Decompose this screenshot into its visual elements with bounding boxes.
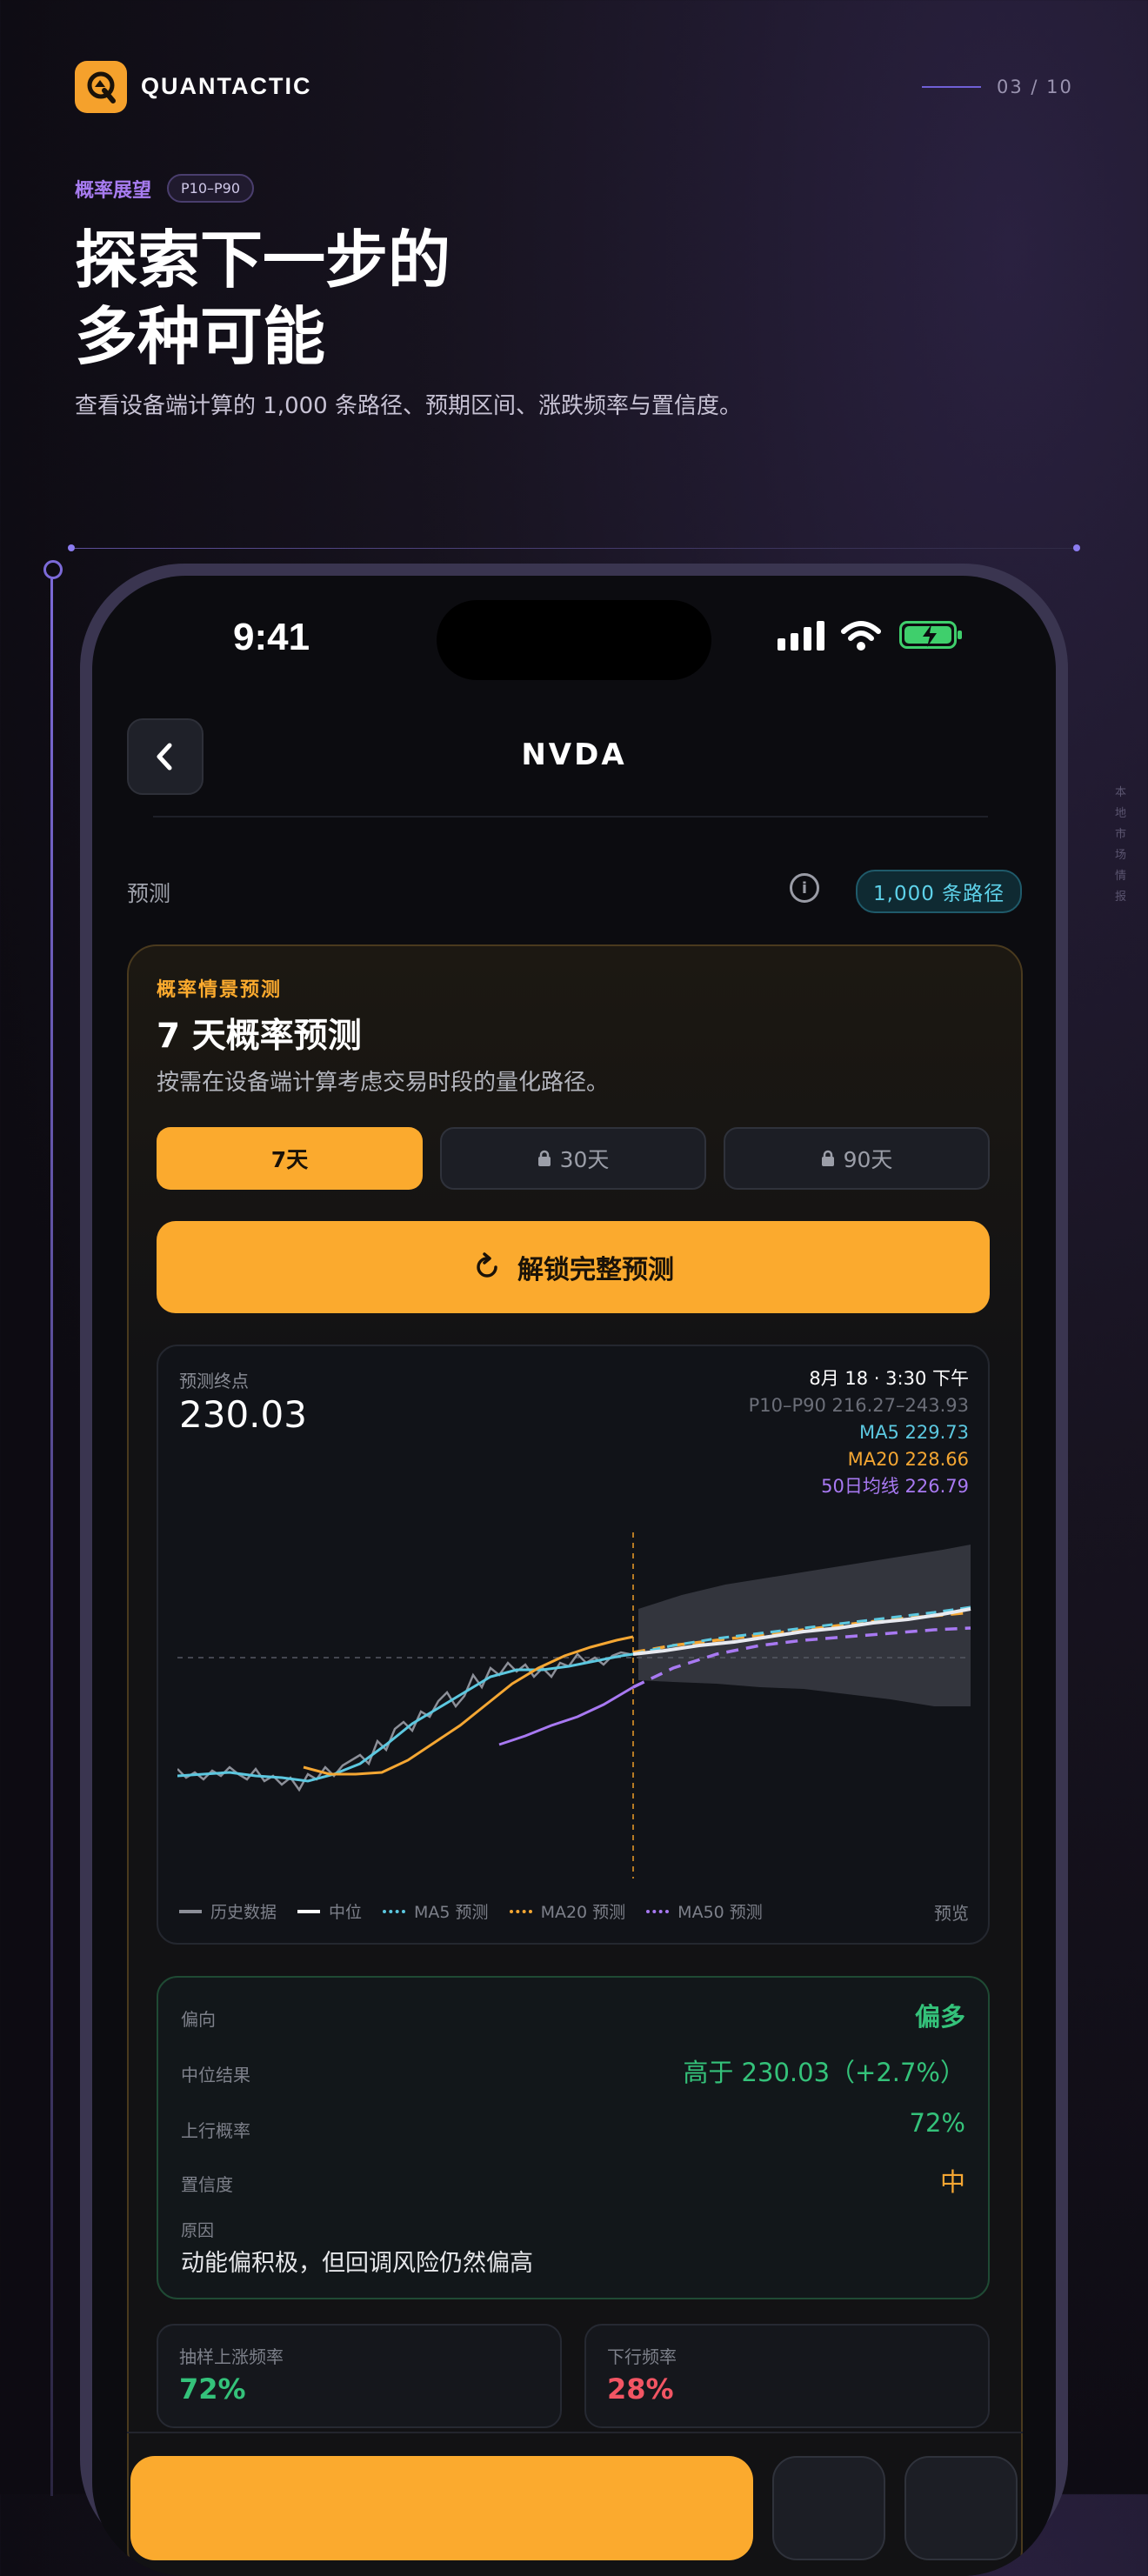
chart-range: P10–P90 216.27–243.93 (748, 1395, 969, 1416)
brand-name: QUANTACTIC (141, 73, 312, 99)
frame-dot (1073, 544, 1080, 551)
legend-item: 历史数据 (179, 1899, 277, 1923)
kicker-label: 概率展望 (75, 179, 152, 202)
hero-title-line: 探索下一步的 (75, 226, 451, 296)
unlock-label: 解锁完整预测 (517, 1255, 674, 1285)
kicker-badge: P10–P90 (167, 174, 255, 203)
primary-action-button[interactable] (130, 2456, 753, 2560)
dynamic-island (437, 600, 711, 680)
up-probability-label: 上行概率 (181, 2120, 250, 2141)
forecast-chart (177, 1532, 971, 1879)
confidence-value: 中 (939, 2167, 965, 2197)
lock-icon (537, 1150, 551, 1166)
quantactic-logo (75, 61, 127, 113)
bottom-bar-divider (127, 2432, 1023, 2433)
tab-30-days[interactable]: 30天 (440, 1127, 706, 1190)
legend-item: MA50 预测 (646, 1899, 763, 1923)
confidence-label: 置信度 (181, 2174, 233, 2195)
chart-preview-label: 预览 (934, 1903, 969, 1924)
secondary-action-button[interactable] (772, 2456, 885, 2560)
up-probability-value: 72% (909, 2108, 965, 2138)
ma20-history-line (303, 1635, 634, 1776)
tab-7-days[interactable]: 7天 (157, 1127, 423, 1190)
tab-90-days[interactable]: 90天 (724, 1127, 990, 1190)
up-frequency-value: 72% (179, 2372, 246, 2406)
paths-badge: 1,000 条路径 (856, 870, 1023, 913)
legend-item: 中位 (297, 1899, 362, 1923)
signal-icon (778, 621, 824, 651)
card-title: 7 天概率预测 (157, 1017, 362, 1056)
page-indicator: 03 / 10 (922, 77, 1073, 97)
forecast-band (638, 1545, 971, 1706)
side-note: 本地市场情报 (1115, 786, 1127, 904)
battery-icon (899, 621, 962, 649)
frame-node-dot (43, 560, 63, 579)
nav-title: NVDA (521, 737, 627, 772)
down-frequency-label: 下行频率 (607, 2346, 677, 2367)
chart-end-value: 230.03 (179, 1393, 307, 1436)
phone-screen: 9:41 NVDA 预测 i 1,000 条路径 概率情景预测 7 天概率预测 … (92, 576, 1056, 2576)
pager-text: 03 / 10 (997, 77, 1073, 97)
secondary-action-button[interactable] (904, 2456, 1018, 2560)
chart-ma20-value: MA20 228.66 (847, 1449, 969, 1470)
forecast-label: 预测 (127, 881, 171, 906)
refresh-icon (477, 1252, 497, 1278)
frame-vertical-line (50, 565, 53, 2496)
tab-label: 90天 (843, 1147, 893, 1172)
pager-line (922, 86, 981, 88)
reason-label: 原因 (181, 2221, 215, 2240)
card-description: 按需在设备端计算考虑交易时段的量化路径。 (157, 1070, 610, 1096)
reason-text: 动能偏积极，但回调风险仍然偏高 (181, 2250, 533, 2277)
lock-icon (821, 1150, 834, 1166)
unlock-full-forecast-button[interactable]: 解锁完整预测 (157, 1221, 990, 1313)
status-time: 9:41 (233, 616, 310, 658)
legend-item: MA5 预测 (383, 1899, 489, 1923)
ma50-history-line (498, 1685, 634, 1746)
up-frequency-label: 抽样上涨频率 (179, 2346, 284, 2367)
legend-item: MA20 预测 (509, 1899, 625, 1923)
hero-title: 探索下一步的 多种可能 (75, 223, 684, 376)
median-value: 高于 230.03（+2.7%） (683, 2058, 965, 2087)
wifi-icon (841, 621, 881, 651)
logo-mark-icon (87, 71, 116, 103)
chart-end-label: 预测终点 (179, 1371, 249, 1391)
hero-kicker: 概率展望 P10–P90 (75, 174, 255, 203)
median-label: 中位结果 (181, 2065, 250, 2085)
chart-ma5-value: MA5 229.73 (859, 1422, 969, 1443)
nav-divider (153, 816, 988, 818)
chart-ma50-value: 50日均线 226.79 (821, 1476, 969, 1497)
chart-date: 8月 18 · 3:30 下午 (809, 1368, 969, 1389)
bias-label: 偏向 (181, 2009, 216, 2030)
frame-dot (68, 544, 75, 551)
chart-readout: 8月 18 · 3:30 下午 P10–P90 216.27–243.93 MA… (527, 1365, 969, 1500)
bias-value: 偏多 (914, 2002, 965, 2032)
hero-title-line: 多种可能 (75, 303, 326, 372)
card-kicker: 概率情景预测 (157, 979, 283, 1001)
tab-label: 30天 (559, 1147, 610, 1172)
info-icon[interactable]: i (790, 873, 819, 903)
frame-top-line (75, 548, 1075, 549)
hero-subtitle: 查看设备端计算的 1,000 条路径、预期区间、涨跌频率与置信度。 (75, 393, 742, 419)
chart-legend: 历史数据 中位 MA5 预测 MA20 预测 MA50 预测 (179, 1899, 763, 1923)
down-frequency-value: 28% (607, 2372, 674, 2406)
